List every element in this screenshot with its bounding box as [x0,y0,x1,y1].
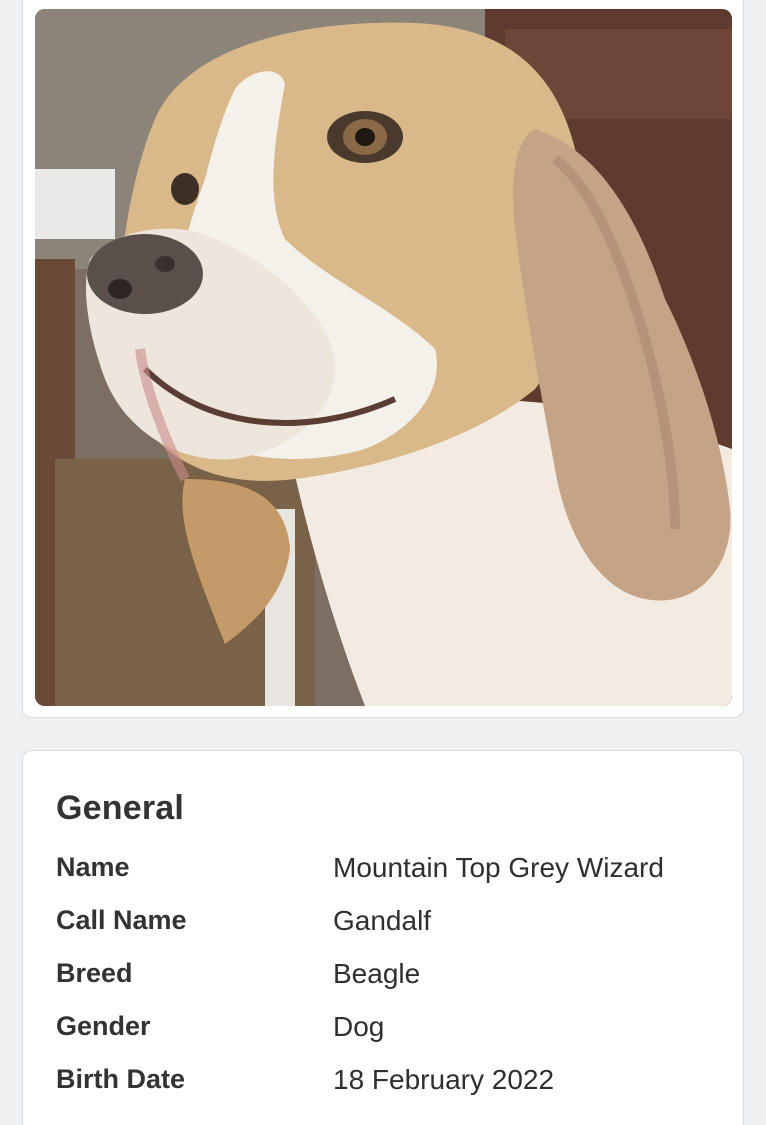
general-info-card: General Name Mountain Top Grey Wizard Ca… [22,750,744,1125]
info-label: Name [56,852,130,882]
info-row-name: Name Mountain Top Grey Wizard [56,852,711,905]
info-row-birth-date: Birth Date 18 February 2022 [56,1064,711,1117]
dog-photo[interactable] [35,9,732,706]
dog-photo-card [22,0,744,718]
info-value: Beagle [333,958,421,989]
info-label: Breed [56,958,133,988]
info-value: Gandalf [333,905,432,936]
info-row-breed: Breed Beagle [56,958,711,1011]
section-title: General [56,789,185,827]
beagle-photo-illustration [35,9,732,706]
info-value: 18 February 2022 [333,1064,555,1095]
info-value: Mountain Top Grey Wizard [333,852,664,883]
info-value: Dog [333,1011,385,1042]
info-label: Birth Date [56,1064,186,1094]
info-row-call-name: Call Name Gandalf [56,905,711,958]
info-label: Gender [56,1011,151,1041]
info-label: Call Name [56,905,187,935]
info-row-gender: Gender Dog [56,1011,711,1064]
